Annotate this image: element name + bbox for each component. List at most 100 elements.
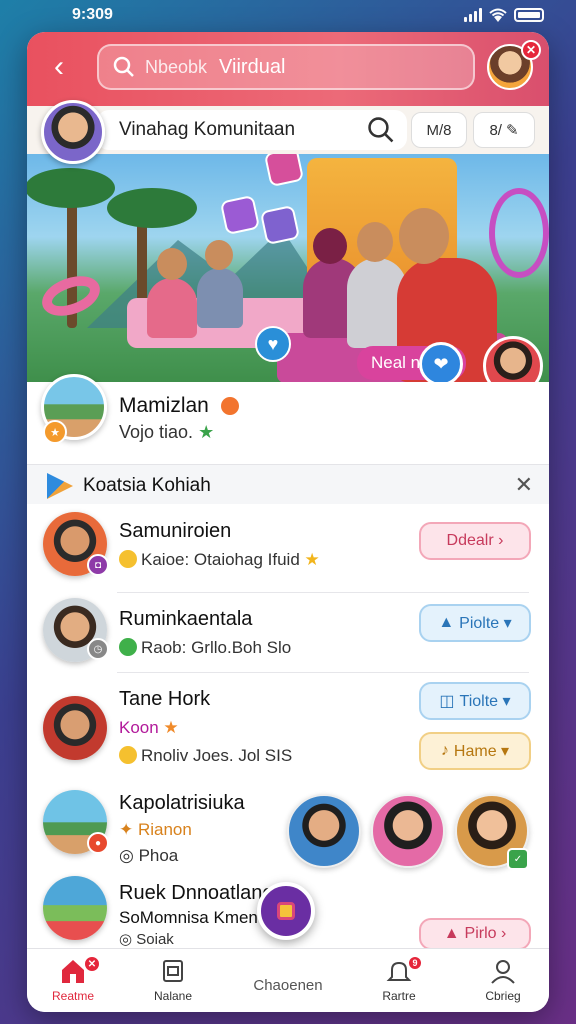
notifications-badge: 9 — [407, 955, 423, 971]
search-placeholder: Nbeobk — [145, 56, 208, 77]
top-bar: ‹ Nbeobk Viirdual ✕ — [27, 32, 549, 106]
action-button[interactable]: Ddealr › — [419, 522, 531, 560]
section-header: Koatsia Kohiah ✕ — [27, 464, 549, 504]
nav-home[interactable]: Reatme — [33, 957, 113, 1003]
search-icon — [113, 56, 134, 77]
nav-channels[interactable]: Chaoenen — [243, 977, 333, 994]
child-head — [205, 240, 233, 270]
floating-app-icon — [259, 204, 301, 246]
user-tag: ✦ Rianon — [119, 820, 192, 839]
list-item[interactable]: Tane Hork Koon ★ Rnoliv Joes. Jol SIS ◫ T… — [27, 674, 549, 784]
user-name: Tane Hork — [119, 688, 211, 710]
child-head — [357, 222, 393, 262]
user-name: Ruek Dnnoatlane — [119, 882, 274, 904]
action-label: Tiolte ▾ — [459, 693, 511, 710]
close-icon[interactable]: ✕ — [515, 472, 533, 498]
star-icon: ★ — [304, 550, 320, 569]
compose-icon — [277, 902, 295, 920]
user-subtitle: Kaioe: Otaiohag Ifuid ★ — [119, 550, 320, 570]
emoji-icon — [220, 397, 239, 415]
clock-mini-icon: ◷ — [87, 638, 109, 660]
copy-icon: ◫ — [439, 693, 455, 710]
status-bar: 9:309 — [0, 0, 576, 30]
user-tag: Koon ★ — [119, 718, 179, 737]
triangle-icon: ▲ — [443, 925, 460, 942]
nav-profile[interactable]: Cbrieg — [463, 957, 543, 1003]
community-bar: Vinahag Komunitaan M/8 8/ ✎ — [27, 106, 549, 154]
status-mini-icon: ● — [87, 832, 109, 854]
action-label: Pirlo › — [464, 925, 507, 942]
status-time: 9:309 — [72, 6, 113, 23]
search-query: Viirdual — [219, 55, 286, 78]
user-tag: SoMomnisa Kmen — [119, 908, 258, 927]
featured-badge-icon: ★ — [43, 420, 67, 444]
back-button[interactable]: ‹ — [43, 52, 75, 84]
palm-leaves — [27, 168, 115, 208]
online-badge-icon: ✓ — [507, 848, 529, 870]
filter-chip-2[interactable]: 8/ ✎ — [473, 112, 535, 148]
community-avatar[interactable] — [41, 100, 105, 164]
music-icon: ♪ — [440, 742, 449, 759]
bottom-nav: Reatme ✕ Nalane Chaoenen Rartre 9 Cbrieg — [27, 948, 549, 1012]
action-label: Hame ▾ — [453, 743, 510, 760]
profile-notification-badge: ✕ — [521, 40, 541, 60]
action-button[interactable]: ▲ Pirlo › — [419, 918, 531, 950]
action-button[interactable]: ▲ Piolte ▾ — [419, 604, 531, 642]
child-figure — [147, 278, 197, 338]
user-subtitle: ◎ Soiak — [119, 931, 174, 948]
user-avatar — [43, 876, 107, 940]
featured-name: Mamizlan — [119, 394, 243, 418]
app-window: ‹ Nbeobk Viirdual ✕ ♥ Neal n ❤ Vinahag K… — [27, 32, 549, 1012]
hero-hoop — [489, 188, 549, 278]
smile-icon — [119, 550, 137, 568]
fire-icon: ✦ — [119, 820, 138, 839]
check-icon — [119, 638, 137, 656]
smile-icon — [119, 746, 137, 764]
list-item[interactable]: ◘ Samuniroien Kaioe: Otaiohag Ifuid ★ Dd… — [27, 506, 549, 592]
battery-icon — [514, 8, 544, 22]
friend-avatar[interactable] — [287, 794, 361, 868]
community-title: Vinahag Komunitaan — [119, 119, 296, 140]
community-title-pill[interactable]: Vinahag Komunitaan — [97, 110, 407, 150]
user-name: Kapolatrisiuka — [119, 792, 245, 814]
filter-chip-1[interactable]: M/8 — [411, 112, 467, 148]
friend-avatar[interactable] — [371, 794, 445, 868]
list-item[interactable]: ◷ Ruminkaentala Raob: Grllo.Boh Slo ▲ Pio… — [27, 594, 549, 672]
child-head — [313, 228, 347, 264]
user-subtitle: Rnoliv Joes. Jol SIS — [119, 746, 292, 766]
wifi-icon — [489, 8, 507, 22]
chat-bubble-icon[interactable]: ❤ — [419, 342, 463, 386]
status-icons — [464, 7, 544, 23]
secondary-action-button[interactable]: ♪ Hame ▾ — [419, 732, 531, 770]
user-subtitle: ◎ Phoa — [119, 846, 179, 865]
camera-icon: ◎ — [119, 846, 139, 865]
user-name: Samuniroien — [119, 520, 232, 542]
signal-icon — [464, 8, 482, 22]
star-icon: ★ — [158, 718, 179, 737]
floating-app-icon — [219, 194, 261, 236]
profile-icon — [491, 960, 515, 984]
user-name: Ruminkaentala — [119, 608, 253, 630]
nav-notifications[interactable]: Rartre — [359, 957, 439, 1003]
section-title: Koatsia Kohiah — [83, 475, 211, 496]
heart-icon[interactable]: ♥ — [255, 326, 291, 362]
search-icon[interactable] — [367, 116, 395, 144]
divider — [117, 672, 529, 673]
palm-leaves — [107, 188, 197, 228]
compose-fab-button[interactable] — [257, 882, 315, 940]
search-input[interactable]: Nbeobk Viirdual — [97, 44, 475, 90]
action-button[interactable]: ◫ Tiolte ▾ — [419, 682, 531, 720]
user-subtitle: Raob: Grllo.Boh Slo — [119, 638, 291, 658]
featured-user[interactable]: ★ Mamizlan Vojo tiao. ★ — [27, 374, 549, 462]
star-icon: ★ — [198, 422, 215, 442]
list-item[interactable]: ● Kapolatrisiuka ✦ Rianon ◎ Phoa ✓ — [27, 784, 549, 876]
status-mini-icon: ◘ — [87, 554, 109, 576]
play-logo-icon — [47, 473, 73, 499]
divider — [117, 592, 529, 593]
child-figure — [197, 268, 243, 328]
action-label: Piolte ▾ — [459, 615, 512, 632]
home-notification-badge: ✕ — [83, 955, 101, 973]
nav-library[interactable]: Nalane — [133, 957, 213, 1003]
wrench-icon: ✎ — [505, 122, 519, 139]
child-head — [157, 248, 187, 280]
